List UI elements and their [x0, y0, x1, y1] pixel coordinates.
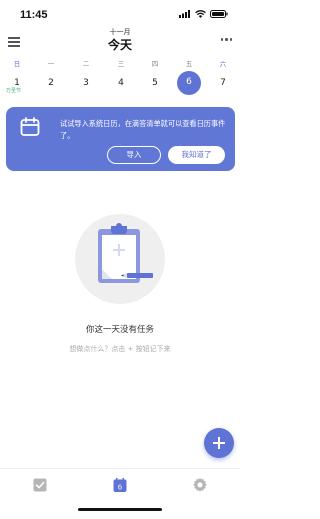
gear-icon[interactable]: [192, 477, 208, 493]
more-dots-icon[interactable]: [220, 38, 232, 41]
weekday-label: 一: [47, 60, 55, 68]
weekday-row: 日 一 二 三 四 五 六: [0, 58, 240, 68]
date-cell[interactable]: 5: [143, 72, 167, 96]
hamburger-menu-icon[interactable]: [8, 37, 20, 47]
weekday-label: 二: [82, 60, 90, 68]
clipboard-pencil-icon: [75, 214, 165, 304]
empty-state-hint: 想做点什么？点击 + 按钮记下来: [69, 345, 171, 353]
bottom-nav: 6: [0, 468, 240, 519]
weekday-label: 六: [219, 60, 227, 68]
status-time: 11:45: [20, 9, 48, 21]
weekday-label: 日: [13, 60, 21, 68]
status-bar: 11:45: [0, 0, 240, 30]
wifi-icon: [195, 10, 206, 18]
calendar-icon: [20, 117, 40, 136]
date-cell[interactable]: 2: [39, 72, 63, 96]
dismiss-button[interactable]: 我知道了: [168, 146, 225, 164]
weekday-label: 三: [117, 60, 125, 68]
calendar-icon[interactable]: 6: [112, 477, 128, 493]
weekday-label: 五: [185, 60, 193, 68]
festival-label: 万圣节: [6, 88, 22, 94]
header-month: 十一月: [109, 28, 131, 36]
empty-state-title: 你这一天没有任务: [85, 325, 154, 335]
banner-message: 试试导入系统日历，在滴答清单就可以查看日历事件了。: [60, 119, 226, 140]
import-button[interactable]: 导入: [107, 146, 161, 164]
nav-calendar-date: 6: [118, 483, 122, 492]
home-indicator: [78, 508, 162, 511]
battery-icon: [210, 10, 228, 18]
add-task-button[interactable]: [204, 428, 234, 458]
week-dates: 1 2 3 4 5 6 7: [0, 71, 240, 98]
signal-icon: [179, 10, 190, 18]
page-title: 今天: [107, 38, 132, 52]
status-icons: [179, 10, 228, 18]
date-cell-selected[interactable]: 6: [177, 71, 201, 95]
header-title-block: 十一月 今天: [70, 28, 170, 53]
date-cell[interactable]: 4: [109, 72, 133, 96]
checkbox-icon[interactable]: [32, 477, 48, 493]
weekday-label: 四: [151, 60, 159, 68]
date-cell[interactable]: 3: [74, 72, 98, 96]
date-cell[interactable]: 7: [211, 72, 235, 96]
